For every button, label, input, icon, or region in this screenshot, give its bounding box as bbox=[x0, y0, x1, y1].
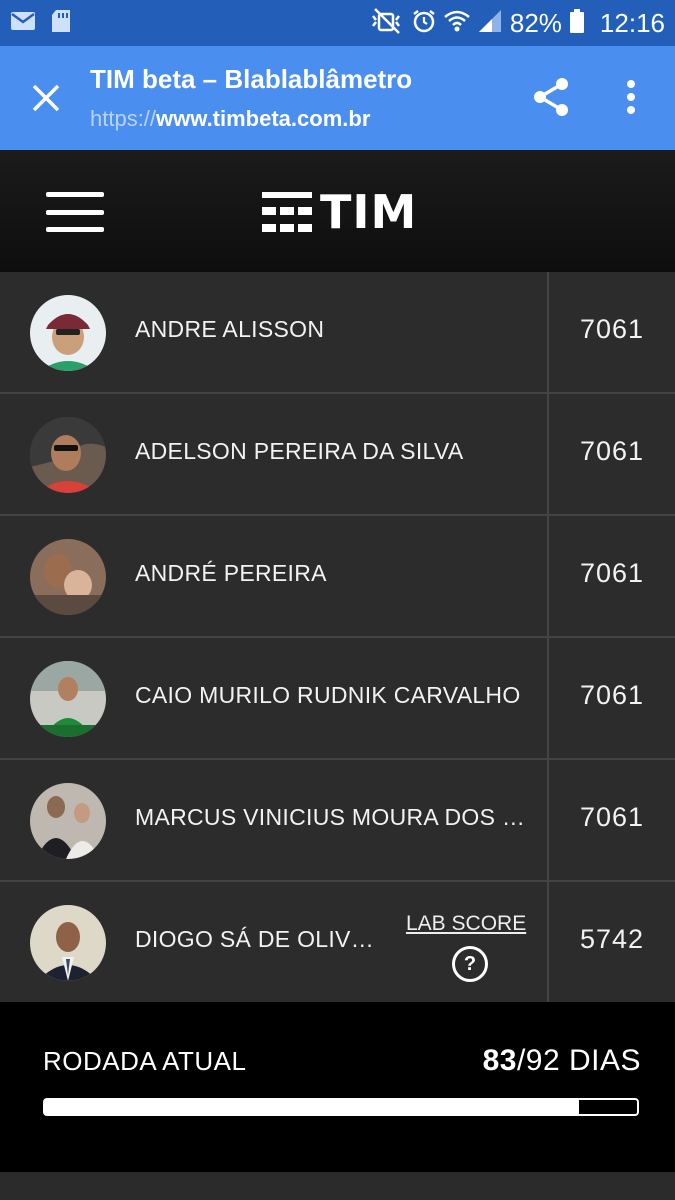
avatar bbox=[30, 905, 106, 981]
hamburger-menu-button[interactable] bbox=[46, 192, 104, 232]
status-bar: 82% 12:16 bbox=[0, 0, 675, 46]
player-name: ADELSON PEREIRA DA SILVA bbox=[135, 438, 464, 464]
menu-dot-icon bbox=[627, 80, 635, 88]
page-title: TIM beta – Blablablâmetro bbox=[90, 64, 413, 94]
menu-dot-icon bbox=[627, 106, 635, 114]
player-score: 5742 bbox=[579, 924, 645, 954]
url-scheme: https:// bbox=[90, 106, 157, 131]
bottom-strip bbox=[0, 1172, 675, 1200]
player-score: 7061 bbox=[579, 680, 645, 710]
current-round-panel: RODADA ATUAL 83/92 DIAS bbox=[0, 1002, 675, 1172]
avatar bbox=[30, 539, 106, 615]
help-button[interactable]: ? bbox=[452, 946, 488, 982]
player-score: 7061 bbox=[579, 436, 645, 466]
player-score: 7061 bbox=[579, 558, 645, 588]
site-header: TIM bbox=[0, 150, 675, 272]
ranking-row[interactable]: CAIO MURILO RUDNIK CARVALHO 7061 bbox=[0, 638, 675, 760]
player-name: ANDRE ALISSON bbox=[135, 316, 325, 342]
wifi-icon bbox=[444, 10, 470, 36]
hamburger-line-icon bbox=[46, 227, 104, 232]
close-icon bbox=[32, 84, 60, 112]
sd-card-icon bbox=[50, 9, 72, 37]
ranking-row[interactable]: ANDRE ALISSON 7061 bbox=[0, 272, 675, 394]
email-icon bbox=[10, 11, 36, 35]
round-days-counter: 83/92 DIAS bbox=[483, 1044, 641, 1078]
current-round-label: RODADA ATUAL bbox=[43, 1046, 247, 1076]
ranking-row-current-user[interactable]: DIOGO SÁ DE OLIVEIRA LAB SCORE ? 5742 bbox=[0, 882, 675, 1004]
close-tab-button[interactable] bbox=[20, 72, 72, 124]
player-name: DIOGO SÁ DE OLIVEIRA bbox=[135, 926, 385, 952]
player-score: 7061 bbox=[579, 314, 645, 344]
overflow-menu-button[interactable] bbox=[614, 76, 648, 118]
signal-icon bbox=[478, 9, 502, 37]
logo-text: TIM bbox=[320, 185, 418, 239]
browser-toolbar: TIM beta – Blablablâmetro https://www.ti… bbox=[0, 46, 675, 150]
question-mark-icon: ? bbox=[463, 952, 477, 975]
avatar bbox=[30, 783, 106, 859]
battery-icon bbox=[569, 9, 584, 37]
player-name: CAIO MURILO RUDNIK CARVALHO bbox=[135, 682, 521, 708]
url-host: www.timbeta.com.br bbox=[156, 106, 371, 131]
ranking-row[interactable]: MARCUS VINICIUS MOURA DOS SANTOS 7061 bbox=[0, 760, 675, 882]
menu-dot-icon bbox=[627, 93, 635, 101]
ranking-list: ANDRE ALISSON 7061 ADELSON PEREIRA DA SI… bbox=[0, 272, 675, 1004]
tim-logo[interactable]: TIM bbox=[262, 185, 417, 239]
avatar bbox=[30, 295, 106, 371]
battery-percentage: 82% bbox=[509, 7, 562, 38]
avatar bbox=[30, 417, 106, 493]
round-progress-fill bbox=[45, 1100, 579, 1114]
tim-logo-mark-icon bbox=[262, 192, 312, 232]
round-progress-bar bbox=[43, 1098, 639, 1116]
total-days: /92 DIAS bbox=[516, 1044, 641, 1077]
ranking-row[interactable]: ANDRÉ PEREIRA 7061 bbox=[0, 516, 675, 638]
player-score: 7061 bbox=[579, 802, 645, 832]
player-name: MARCUS VINICIUS MOURA DOS SANTOS bbox=[135, 804, 530, 830]
page-url: https://www.timbeta.com.br bbox=[90, 106, 370, 132]
ranking-row[interactable]: ADELSON PEREIRA DA SILVA 7061 bbox=[0, 394, 675, 516]
hamburger-line-icon bbox=[46, 192, 104, 197]
avatar bbox=[30, 661, 106, 737]
share-button[interactable] bbox=[530, 76, 572, 118]
lab-score-link[interactable]: LAB SCORE bbox=[406, 912, 526, 936]
player-name: ANDRÉ PEREIRA bbox=[135, 560, 327, 586]
share-icon bbox=[534, 78, 568, 116]
current-day: 83 bbox=[482, 1044, 517, 1077]
hamburger-line-icon bbox=[46, 209, 104, 215]
clock: 12:16 bbox=[599, 7, 665, 38]
mute-icon bbox=[370, 8, 404, 38]
alarm-icon bbox=[412, 9, 436, 37]
